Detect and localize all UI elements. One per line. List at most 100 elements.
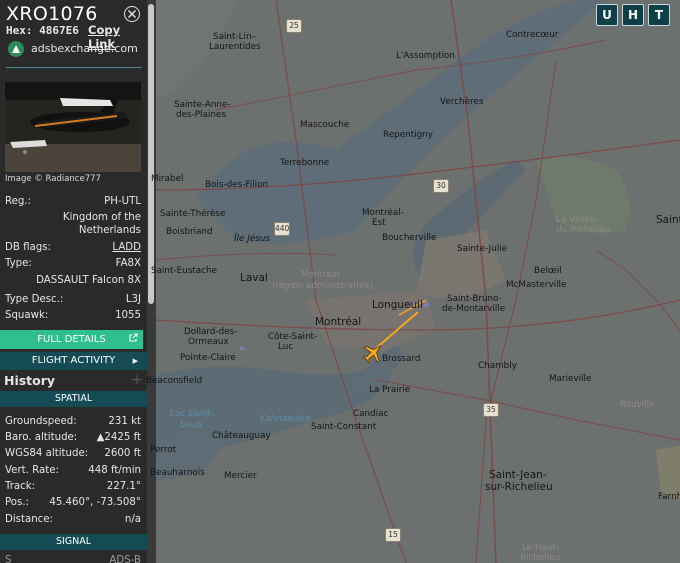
squawk-label: Squawk:: [5, 310, 49, 321]
map-label: Montréal: [301, 270, 340, 280]
type-name: DASSAULT Falcon 8X: [36, 275, 141, 286]
map-label: Mercier: [224, 471, 257, 481]
map-label: Chambly: [478, 361, 517, 371]
map-label: Beauharnois: [150, 468, 205, 478]
highway-shield: 35: [483, 403, 499, 417]
distance-value: n/a: [124, 514, 141, 525]
spatial-section-header[interactable]: SPATIAL: [0, 391, 147, 407]
map-label: Marieville: [549, 374, 592, 384]
callsign: XRO1076: [6, 3, 98, 25]
close-button[interactable]: [124, 6, 140, 22]
map-label: Contrecœur: [506, 30, 559, 40]
map-label: Kahnawake: [260, 414, 311, 424]
panel-scrollbar[interactable]: [147, 0, 156, 563]
map-label: Saint-Bruno-: [447, 294, 502, 304]
map-label: Longueuil: [372, 299, 424, 311]
signal-label-partial: S: [5, 555, 12, 563]
map-label: des-Plaines: [176, 110, 226, 120]
scrollbar-thumb[interactable]: [148, 4, 154, 304]
type-value: FA8X: [115, 258, 141, 269]
map-label: Sainte-Anne-: [174, 100, 231, 110]
signal-section-header[interactable]: SIGNAL: [0, 534, 147, 550]
track-value: 227.1°: [106, 481, 141, 492]
map-label: Boucherville: [382, 233, 437, 243]
map-label: La Vallée-: [556, 215, 599, 225]
map-label: Sainte-Thérèse: [160, 209, 226, 219]
external-link-icon: [128, 331, 138, 350]
adsbexchange-logo-icon: [8, 41, 24, 57]
reg-value: PH-UTL: [104, 196, 141, 207]
photo-caption: Image © Radiance777: [5, 174, 101, 184]
map-label: Le Haut-: [522, 543, 560, 553]
hex-value: 4867E6: [39, 24, 79, 37]
map-label: Candiac: [353, 409, 389, 419]
db-flags-value[interactable]: LADD: [112, 242, 141, 253]
highway-shield: 25: [286, 19, 302, 33]
vert-rate-label: Vert. Rate:: [5, 465, 59, 476]
track-label: Track:: [5, 481, 36, 492]
map-label: Pointe-Claire: [180, 353, 236, 363]
groundspeed-value: 231 kt: [108, 416, 141, 427]
map-label: Châteauguay: [212, 431, 271, 441]
distance-label: Distance:: [5, 514, 53, 525]
map-label: Brossard: [382, 354, 421, 364]
squawk-value: 1055: [115, 310, 141, 321]
position-value: 45.460°, -73.508°: [49, 497, 141, 508]
source-site-link[interactable]: adsbexchange.com: [31, 42, 138, 55]
map-label: Verchères: [440, 97, 484, 107]
map-label: (région administrative): [272, 281, 374, 291]
position-label: Pos.:: [5, 497, 29, 508]
chevron-right-icon: ▶: [132, 357, 138, 365]
map-button-h[interactable]: H: [622, 4, 644, 26]
aircraft-photo[interactable]: [5, 82, 141, 172]
map-label: Terrebonne: [280, 158, 330, 168]
baro-altitude-label: Baro. altitude:: [5, 432, 78, 443]
map-label: Mirabel: [151, 174, 184, 184]
divider: [6, 67, 142, 68]
map-label: McMasterville: [506, 280, 567, 290]
map-button-u[interactable]: U: [596, 4, 618, 26]
map-label: Mascouche: [300, 120, 350, 130]
highway-shield: 15: [385, 528, 401, 542]
signal-value-partial: ADS-B: [109, 555, 141, 563]
baro-altitude-value: ▲2425 ft: [96, 432, 141, 443]
map-label: La Prairie: [369, 385, 411, 395]
close-icon: [127, 9, 137, 19]
map-label: Saint-Jean-: [489, 469, 547, 481]
map-label: Louis: [180, 420, 203, 430]
map-label: Saint-Eustache: [151, 266, 217, 276]
map-label: Saint-Lin–: [213, 32, 256, 42]
type-desc-label: Type Desc.:: [5, 294, 64, 305]
type-desc-value: L3J: [125, 294, 141, 305]
map-label: Île Jésus: [234, 234, 270, 244]
map-label: Bois-des-Filion: [205, 180, 269, 190]
map-label: Farnh: [658, 492, 680, 502]
map-label: Côte-Saint-: [268, 332, 318, 342]
map-label: Est: [372, 218, 386, 228]
map-label: Richelieu: [520, 553, 561, 563]
map-label: Beaconsfield: [146, 376, 203, 386]
type-label: Type:: [5, 258, 32, 269]
map-label: L'Assomption: [396, 51, 455, 61]
highway-shield: 30: [433, 179, 449, 193]
groundspeed-label: Groundspeed:: [5, 416, 77, 427]
wgs84-altitude-value: 2600 ft: [104, 448, 141, 459]
map-label: Lac Saint-: [170, 409, 214, 419]
map-label: de-Montarville: [442, 304, 506, 314]
highway-shield: 440: [274, 222, 290, 236]
map-label: Montréal: [315, 316, 362, 328]
flight-activity-label: FLIGHT ACTIVITY: [31, 355, 116, 366]
flight-activity-button[interactable]: FLIGHT ACTIVITY ▶: [0, 352, 147, 370]
full-details-button[interactable]: FULL DETAILS: [0, 330, 143, 349]
plus-icon[interactable]: +: [131, 372, 143, 388]
map-label: Boisbriand: [166, 227, 213, 237]
map-label: du-Richelieu: [556, 225, 611, 235]
map-label: Ormeaux: [188, 337, 229, 347]
map-label: Luc: [278, 342, 294, 352]
map-view[interactable]: U H T Saint-Lin– Laurentides Contrecœur …: [146, 0, 680, 563]
map-label: Sainte-Julie: [457, 244, 507, 254]
map-label: Saint-Constant: [311, 422, 377, 432]
map-button-t[interactable]: T: [648, 4, 670, 26]
hex-line: Hex: 4867E6: [6, 24, 79, 37]
history-heading: History: [4, 373, 56, 388]
